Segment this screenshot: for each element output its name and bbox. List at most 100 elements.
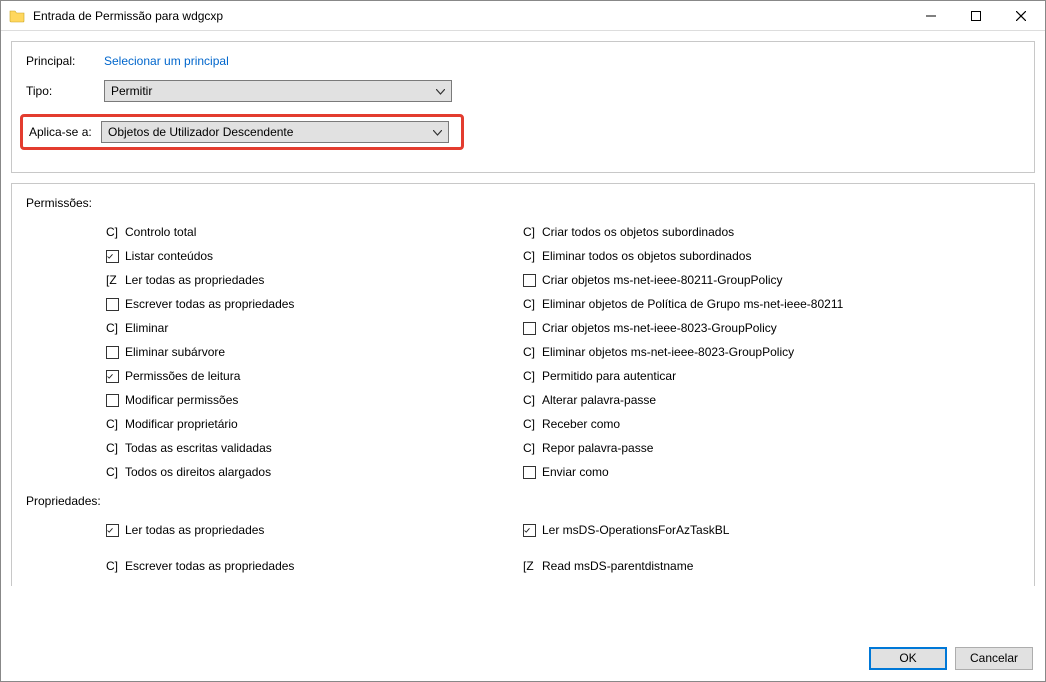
permission-checkbox[interactable] [523, 524, 536, 537]
window-buttons [908, 1, 1043, 30]
permission-label: Ler msDS-OperationsForAzTaskBL [542, 523, 729, 537]
title-bar: Entrada de Permissão para wdgcxp [1, 1, 1045, 31]
scroll-area[interactable]: Principal: Selecionar um principal Tipo:… [11, 41, 1035, 635]
window-title: Entrada de Permissão para wdgcxp [33, 9, 908, 23]
list-item: C] Eliminar objetos ms-net-ieee-8023-Grou… [523, 340, 1020, 364]
list-item: C] Receber como [523, 412, 1020, 436]
permission-label: Modificar proprietário [125, 417, 238, 431]
permission-glyph: [Z [106, 273, 119, 287]
permission-label: Eliminar objetos ms-net-ieee-8023-GroupP… [542, 345, 794, 359]
permission-glyph: C] [106, 441, 119, 455]
list-item: Modificar permissões [26, 388, 523, 412]
permission-label: Receber como [542, 417, 620, 431]
list-item: Criar objetos ms-net-ieee-80211-GroupPol… [523, 268, 1020, 292]
list-item: Enviar como [523, 460, 1020, 484]
content-area: Principal: Selecionar um principal Tipo:… [1, 31, 1045, 635]
type-select[interactable]: Permitir [104, 80, 452, 102]
permission-label: Ler todas as propriedades [125, 523, 264, 537]
permissions-right-column: C]Criar todos os objetos subordinadosC]E… [523, 220, 1020, 484]
list-item: C]Eliminar todos os objetos subordinados [523, 244, 1020, 268]
list-item: C] Todas as escritas validadas [26, 436, 523, 460]
permission-label: Permitido para autenticar [542, 369, 676, 383]
permission-checkbox[interactable] [523, 274, 536, 287]
cancel-button[interactable]: Cancelar [955, 647, 1033, 670]
list-item: C] Repor palavra-passe [523, 436, 1020, 460]
permission-label: Controlo total [125, 225, 196, 239]
permission-label: Escrever todas as propriedades [125, 297, 294, 311]
permission-glyph: C] [523, 417, 536, 431]
permission-label: Todos os direitos alargados [125, 465, 271, 479]
permission-label: Repor palavra-passe [542, 441, 653, 455]
permission-label: Enviar como [542, 465, 609, 479]
permissions-group: Permissões: C] Controlo total Listar conte… [11, 183, 1035, 586]
applies-to-select[interactable]: Objetos de Utilizador Descendente [101, 121, 449, 143]
permission-glyph: C] [106, 417, 119, 431]
applies-to-label: Aplica-se a: [29, 125, 101, 139]
permission-checkbox[interactable] [523, 322, 536, 335]
list-item: C] Controlo total [26, 220, 523, 244]
permission-checkbox[interactable] [106, 250, 119, 263]
permission-label: Todas as escritas validadas [125, 441, 272, 455]
list-item: Listar conteúdos [26, 244, 523, 268]
permission-glyph: C] [523, 345, 536, 359]
properties-label: Propriedades: [26, 494, 1020, 508]
permission-glyph: C] [106, 225, 119, 239]
permission-checkbox[interactable] [106, 370, 119, 383]
properties-left-column: Ler todas as propriedades C] Escrever toda… [26, 518, 523, 578]
permission-label: Eliminar todos os objetos subordinados [542, 249, 751, 263]
permission-glyph: C] [106, 465, 119, 479]
folder-icon [9, 8, 25, 24]
list-item: C] Alterar palavra-passe [523, 388, 1020, 412]
ok-button[interactable]: OK [869, 647, 947, 670]
permission-checkbox[interactable] [106, 524, 119, 537]
list-item: Ler msDS-OperationsForAzTaskBL [523, 518, 1020, 542]
permission-glyph: C] [106, 321, 119, 335]
permission-checkbox[interactable] [106, 394, 119, 407]
list-item: C]Eliminar objetos de Política de Grupo … [523, 292, 1020, 316]
select-principal-link[interactable]: Selecionar um principal [104, 54, 229, 68]
permission-checkbox[interactable] [106, 298, 119, 311]
list-item: [Z Ler todas as propriedades [26, 268, 523, 292]
permission-label: Eliminar subárvore [125, 345, 225, 359]
permission-label: Criar todos os objetos subordinados [542, 225, 734, 239]
permission-checkbox[interactable] [106, 346, 119, 359]
permission-label: Criar objetos ms-net-ieee-8023-GroupPoli… [542, 321, 777, 335]
list-item: C] Eliminar [26, 316, 523, 340]
type-value: Permitir [111, 84, 152, 98]
permission-glyph: C] [523, 225, 536, 239]
applies-to-value: Objetos de Utilizador Descendente [108, 125, 293, 139]
list-item: C] Escrever todas as propriedades [26, 554, 523, 578]
applies-to-row-highlight: Aplica-se a: Objetos de Utilizador Desce… [20, 114, 464, 150]
permission-label: Read msDS-parentdistname [542, 559, 693, 573]
permission-glyph: [Z [523, 559, 536, 573]
minimize-button[interactable] [908, 1, 953, 30]
permission-entry-window: Entrada de Permissão para wdgcxp Princip… [0, 0, 1046, 682]
permission-label: Escrever todas as propriedades [125, 559, 294, 573]
type-label: Tipo: [26, 84, 104, 98]
permission-glyph: C] [523, 369, 536, 383]
close-button[interactable] [998, 1, 1043, 30]
chevron-down-icon [433, 125, 442, 139]
list-item: Eliminar subárvore [26, 340, 523, 364]
permission-glyph: C] [106, 559, 119, 573]
chevron-down-icon [436, 84, 445, 98]
permission-label: Listar conteúdos [125, 249, 213, 263]
permission-label: Ler todas as propriedades [125, 273, 264, 287]
permission-checkbox[interactable] [523, 466, 536, 479]
permission-glyph: C] [523, 393, 536, 407]
properties-right-column: Ler msDS-OperationsForAzTaskBL [Z Read msD… [523, 518, 1020, 578]
list-item: C] Criar todos os objetos subordinados [523, 220, 1020, 244]
permission-label: Permissões de leitura [125, 369, 240, 383]
permission-label: Alterar palavra-passe [542, 393, 656, 407]
permissions-left-column: C] Controlo total Listar conteúdos [Z Ler to… [26, 220, 523, 484]
list-item: [Z Read msDS-parentdistname [523, 554, 1020, 578]
permission-glyph: C] [523, 441, 536, 455]
permission-label: Eliminar [125, 321, 168, 335]
list-item: C] Todos os direitos alargados [26, 460, 523, 484]
permissions-label: Permissões: [26, 196, 1020, 210]
dialog-footer: OK Cancelar [1, 635, 1045, 681]
list-item: Escrever todas as propriedades [26, 292, 523, 316]
permission-label: Criar objetos ms-net-ieee-80211-GroupPol… [542, 273, 783, 287]
maximize-button[interactable] [953, 1, 998, 30]
permission-label: Eliminar objetos de Política de Grupo ms… [542, 297, 843, 311]
